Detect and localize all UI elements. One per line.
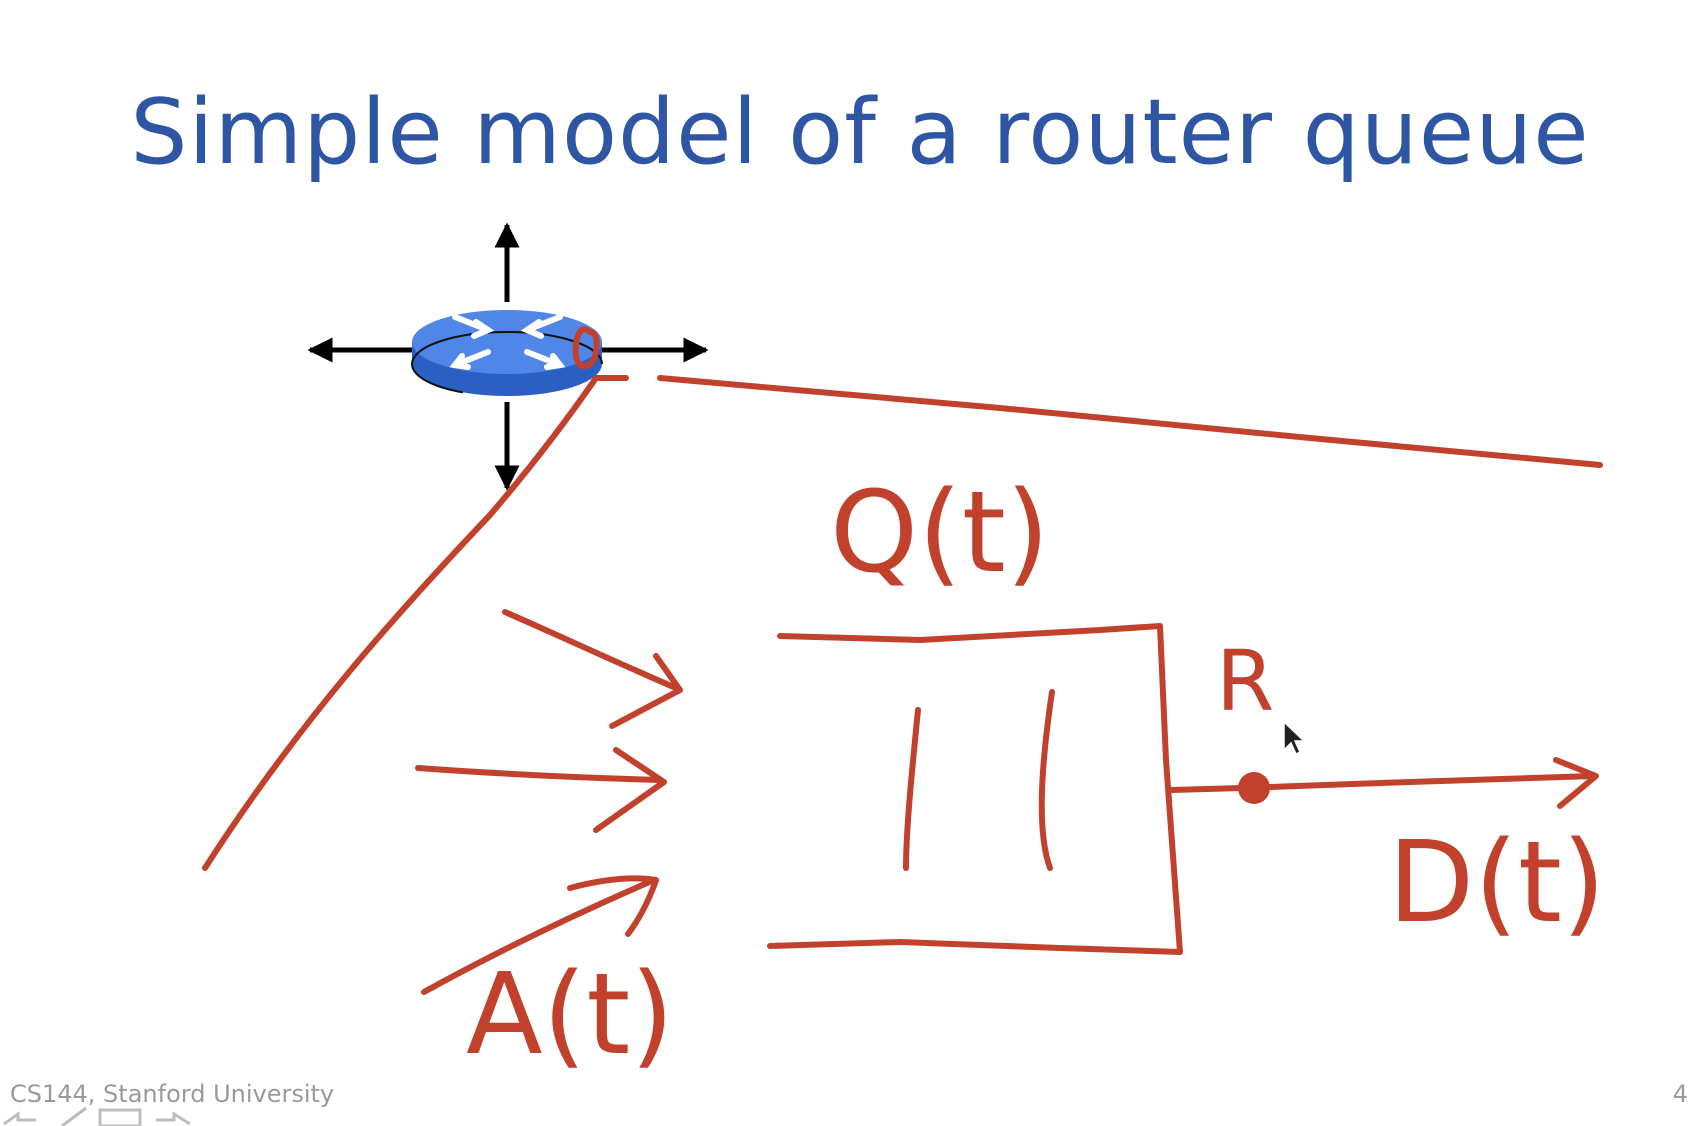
packet-1 [903,707,921,871]
slide-nav-controls [3,1106,191,1126]
output-link [1169,773,1597,793]
mouse-pointer-icon [1283,720,1306,756]
callout-line-bottom [202,375,599,871]
callout-line-top [657,375,1603,468]
arrival-arrow-top [502,609,679,691]
menu-icon[interactable] [98,1108,142,1126]
packet-2 [1038,689,1055,871]
footer-text: CS144, Stanford University [10,1080,335,1108]
router-icon [307,222,709,491]
next-slide-icon[interactable] [156,1111,191,1126]
page-number: 4 [1672,1080,1688,1108]
arrivals-label: A(t) [466,950,674,1080]
queue-occupancy-label: Q(t) [830,468,1050,598]
output-port-dot [1238,772,1270,804]
queue-box [767,623,1183,955]
rate-label: R [1216,632,1275,730]
pen-icon[interactable] [61,1106,87,1126]
arrival-arrow-middle [415,765,663,783]
slide: Simple model of a router queue Q(t) R A(… [0,0,1694,1126]
prev-slide-icon[interactable] [3,1111,36,1126]
departures-label: D(t) [1388,818,1606,948]
